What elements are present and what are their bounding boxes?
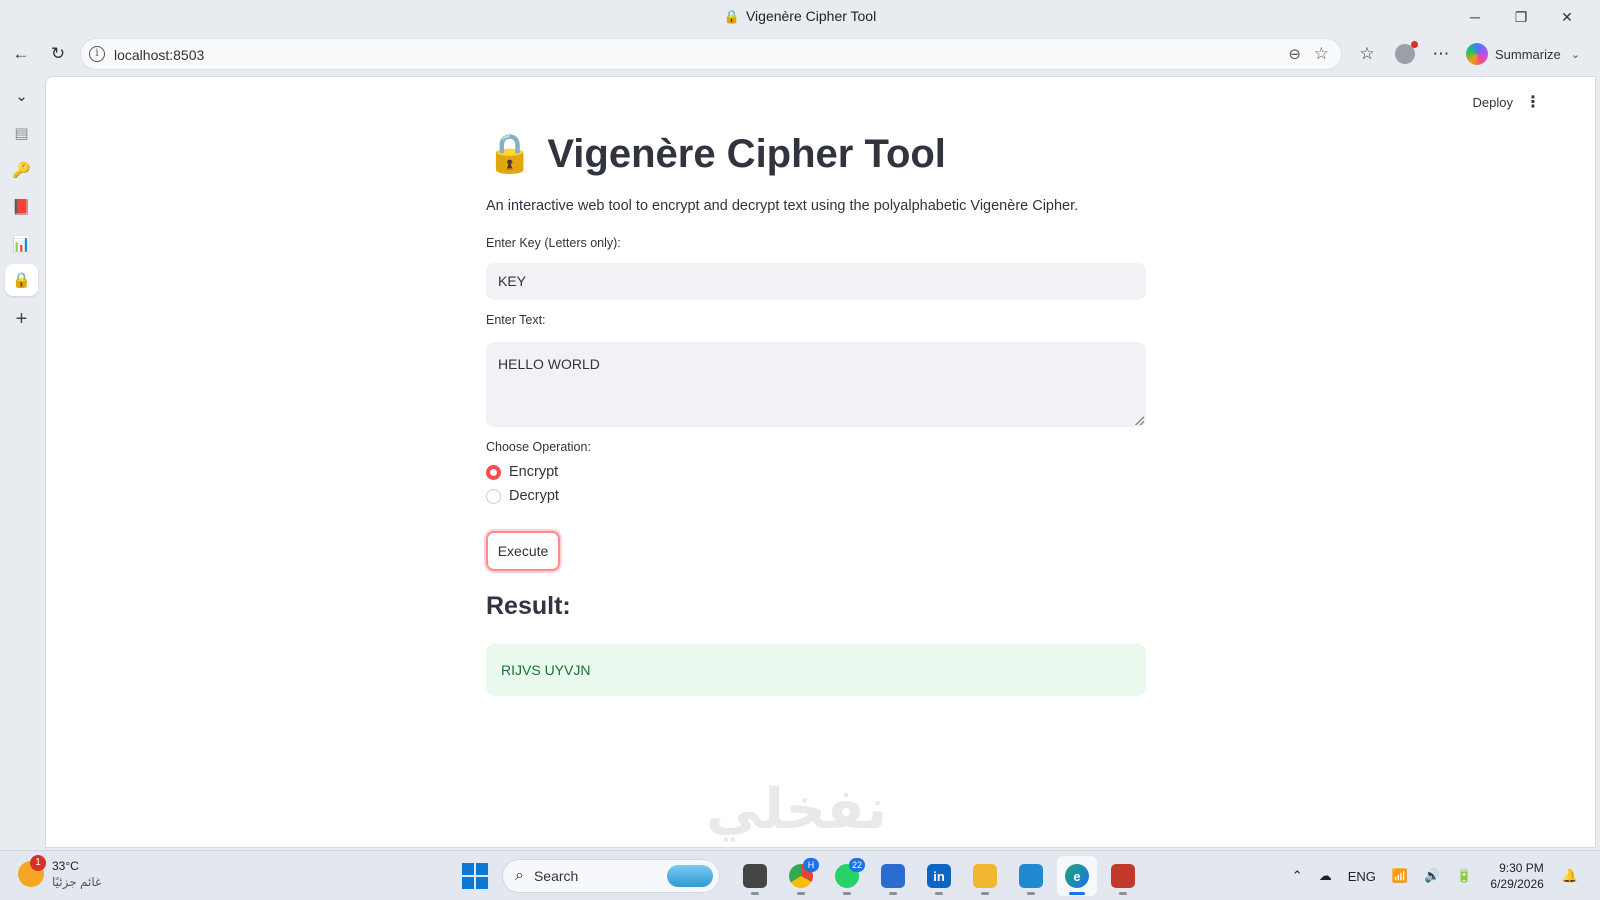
text-area-value: HELLO WORLD xyxy=(498,356,600,372)
execute-button[interactable]: Execute xyxy=(486,531,560,571)
minimize-button[interactable]: ─ xyxy=(1452,4,1498,30)
back-arrow-icon[interactable]: ← xyxy=(6,40,36,68)
running-indicator xyxy=(981,892,989,895)
close-window-button[interactable]: ✕ xyxy=(1544,4,1590,30)
main-menu-icon[interactable]: ⋮ xyxy=(1525,92,1541,112)
active-indicator xyxy=(1069,892,1085,895)
weather-temp: 33°C xyxy=(52,859,79,873)
lock-icon: 🔒 xyxy=(723,9,740,24)
url-text[interactable]: localhost:8503 xyxy=(114,47,204,63)
wifi-icon[interactable]: 📶 xyxy=(1392,868,1408,884)
browser-toolbar: ← ↻ i localhost:8503 ⊖ ☆ ☆ ⋯ Summarize ⌄ xyxy=(0,34,1600,74)
address-bar[interactable]: i localhost:8503 ⊖ ☆ xyxy=(80,38,1342,70)
task-view-icon[interactable] xyxy=(735,856,775,896)
collapse-chevron-icon[interactable]: ⌄ xyxy=(5,80,38,112)
taskbar: 1 33°C غائم جزئيًا ⌕ Search H 22 in e ⌃ … xyxy=(0,850,1600,900)
window-titlebar: 🔒 Vigenère Cipher Tool ─ ❐ ✕ xyxy=(0,0,1600,34)
result-box: RIJVS UYVJN xyxy=(486,644,1146,696)
page-title: 🔒 Vigenère Cipher Tool xyxy=(486,129,946,179)
chevron-up-icon[interactable]: ⌃ xyxy=(1292,868,1303,884)
running-indicator xyxy=(1027,892,1035,895)
copilot-icon xyxy=(1466,43,1488,65)
vertical-tabs-sidebar: ⌄ ▤ 🔑 📕 📊 🔒 + xyxy=(0,74,44,848)
chrome-icon[interactable]: H xyxy=(781,856,821,896)
search-placeholder: Search xyxy=(533,868,579,884)
restore-button[interactable]: ❐ xyxy=(1498,4,1544,30)
word-icon[interactable] xyxy=(873,856,913,896)
language-indicator[interactable]: ENG xyxy=(1348,869,1376,884)
start-windows-icon[interactable] xyxy=(462,863,488,889)
summarize-button[interactable]: Summarize ⌄ xyxy=(1466,40,1580,68)
deploy-button[interactable]: Deploy xyxy=(1473,95,1513,110)
file-explorer-icon[interactable] xyxy=(965,856,1005,896)
running-indicator xyxy=(1119,892,1127,895)
running-indicator xyxy=(751,892,759,895)
radio-unselected-icon[interactable] xyxy=(486,488,501,504)
new-tab-plus-icon[interactable]: + xyxy=(5,303,38,335)
radio-selected-icon[interactable] xyxy=(486,464,501,480)
text-area[interactable]: HELLO WORLD xyxy=(486,342,1146,427)
running-indicator xyxy=(935,892,943,895)
running-indicator xyxy=(889,892,897,895)
zoom-out-icon[interactable]: ⊖ xyxy=(1288,45,1301,63)
favorite-star-icon[interactable]: ☆ xyxy=(1314,44,1329,64)
taskbar-apps: ⌕ Search H 22 in e xyxy=(462,856,1146,896)
key-input[interactable]: KEY xyxy=(486,263,1146,300)
linkedin-icon[interactable]: in xyxy=(919,856,959,896)
whatsapp-badge: 22 xyxy=(849,858,865,872)
summarize-label: Summarize xyxy=(1495,46,1561,62)
tab-book-icon[interactable]: 📕 xyxy=(5,191,38,223)
volume-icon[interactable]: 🔊 xyxy=(1424,868,1440,884)
weather-sun-icon: 1 xyxy=(18,855,46,887)
snipping-tool-icon[interactable] xyxy=(1103,856,1143,896)
page-title-text: Vigenère Cipher Tool xyxy=(547,131,946,176)
running-indicator xyxy=(843,892,851,895)
resize-handle-icon[interactable] xyxy=(1135,416,1144,425)
chevron-down-icon[interactable]: ⌄ xyxy=(1571,48,1580,61)
edge-icon[interactable]: e xyxy=(1057,856,1097,896)
favorites-icon[interactable]: ☆ xyxy=(1352,40,1382,68)
tab-chart-icon[interactable]: 📊 xyxy=(5,228,38,260)
more-options-icon[interactable]: ⋯ xyxy=(1426,40,1456,68)
radio-decrypt[interactable]: Decrypt xyxy=(486,488,559,504)
watermark-logo: نفخلي xyxy=(706,777,888,842)
search-highlight-icon xyxy=(667,865,713,887)
window-title-text: Vigenère Cipher Tool xyxy=(745,8,877,24)
site-info-icon[interactable]: i xyxy=(89,46,105,62)
tab-calendar-icon[interactable]: ▤ xyxy=(5,117,38,149)
system-tray: ⌃ ☁ ENG 📶 🔊 🔋 9:30 PM 6/29/2026 🔔 xyxy=(1284,851,1586,900)
radio-decrypt-label: Decrypt xyxy=(509,488,559,504)
tab-key-icon[interactable]: 🔑 xyxy=(5,154,38,186)
refresh-icon[interactable]: ↻ xyxy=(43,40,73,68)
page-content: Deploy ⋮ 🔒 Vigenère Cipher Tool An inter… xyxy=(45,76,1596,848)
taskbar-search[interactable]: ⌕ Search xyxy=(502,859,720,893)
radio-encrypt-label: Encrypt xyxy=(509,464,559,480)
page-description: An interactive web tool to encrypt and d… xyxy=(486,198,1079,214)
profile-avatar-icon[interactable] xyxy=(1390,40,1420,68)
clock-date: 6/29/2026 xyxy=(1490,877,1544,891)
whatsapp-icon[interactable]: 22 xyxy=(827,856,867,896)
notification-bell-icon[interactable]: 🔔 xyxy=(1562,868,1578,884)
result-heading: Result: xyxy=(486,592,571,620)
weather-widget[interactable]: 1 33°C غائم جزئيًا xyxy=(18,855,102,890)
clock[interactable]: 9:30 PM 6/29/2026 xyxy=(1490,860,1543,892)
running-indicator xyxy=(797,892,805,895)
operation-label: Choose Operation: xyxy=(486,440,591,454)
vscode-icon[interactable] xyxy=(1011,856,1051,896)
onedrive-cloud-icon[interactable]: ☁ xyxy=(1319,868,1332,884)
clock-time: 9:30 PM xyxy=(1499,861,1544,875)
lock-icon: 🔒 xyxy=(486,133,534,175)
weather-desc: غائم جزئيًا xyxy=(52,875,102,889)
radio-encrypt[interactable]: Encrypt xyxy=(486,464,558,480)
key-label: Enter Key (Letters only): xyxy=(486,236,621,250)
battery-icon[interactable]: 🔋 xyxy=(1456,868,1472,884)
weather-badge: 1 xyxy=(30,855,46,871)
tab-lock-icon[interactable]: 🔒 xyxy=(5,264,38,296)
window-title: 🔒 Vigenère Cipher Tool xyxy=(0,8,1600,25)
chrome-badge: H xyxy=(803,858,819,872)
text-label: Enter Text: xyxy=(486,313,546,327)
search-icon: ⌕ xyxy=(515,867,524,884)
